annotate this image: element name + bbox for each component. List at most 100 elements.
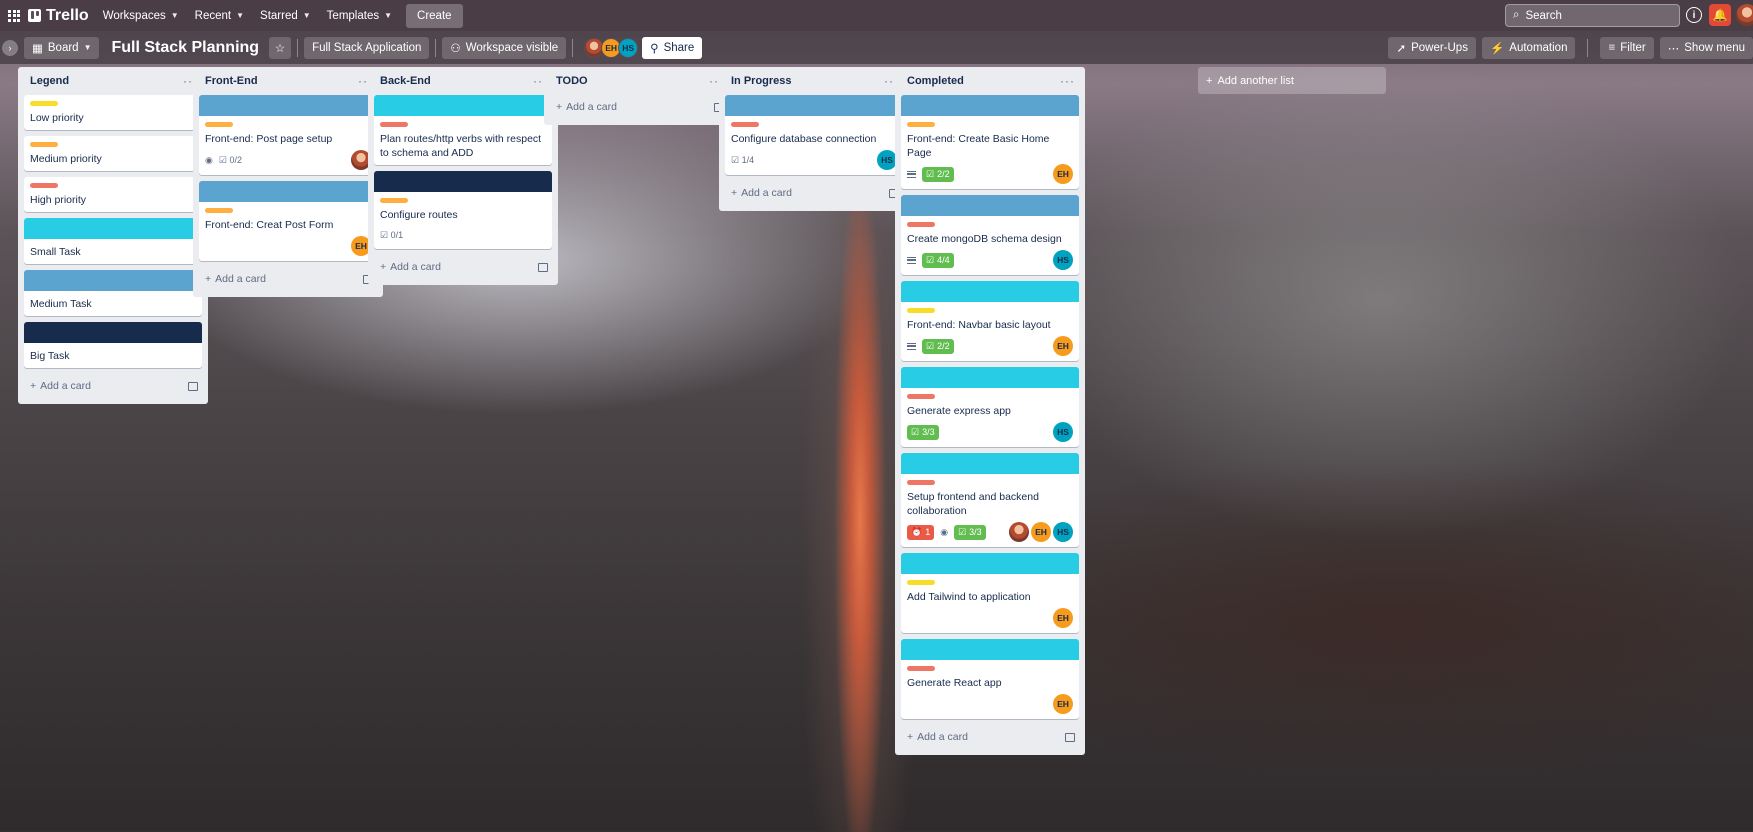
member-avatar[interactable]: EH (1053, 164, 1073, 184)
add-card-button[interactable]: + Add a card (199, 267, 377, 291)
card-label-red[interactable] (731, 122, 759, 127)
card-template-icon[interactable] (1065, 732, 1075, 742)
card[interactable]: Configure routes ☑ 0/1 (374, 171, 552, 249)
card[interactable]: Front-end: Navbar basic layout ☑ 2/2 EH (901, 281, 1079, 361)
add-card-button[interactable]: + Add a card (725, 181, 903, 205)
list-header[interactable]: Completed ··· (901, 67, 1079, 95)
member-avatar[interactable]: HS (1053, 422, 1073, 442)
member-avatar[interactable]: HS (1053, 522, 1073, 542)
list-title[interactable]: Back-End (380, 75, 431, 87)
card-badges: ☑ 2/2 EH (907, 336, 1073, 356)
list-title[interactable]: Front-End (205, 75, 258, 87)
card[interactable]: Generate express app ☑ 3/3 HS (901, 367, 1079, 447)
list-header[interactable]: Front-End ··· (199, 67, 377, 95)
member-avatar[interactable] (1009, 522, 1029, 542)
card-label-orange[interactable] (30, 142, 58, 147)
list-title[interactable]: Completed (907, 75, 964, 87)
list-menu-icon[interactable]: ··· (1060, 74, 1075, 88)
board-title[interactable]: Full Stack Planning (111, 39, 259, 57)
due-alert-badge[interactable]: ⏰ 1 (907, 524, 935, 540)
card-label-red[interactable] (30, 183, 58, 188)
nav-workspaces[interactable]: Workspaces ▼ (95, 4, 187, 28)
list-title[interactable]: Legend (30, 75, 69, 87)
nav-templates[interactable]: Templates ▼ (319, 4, 400, 28)
nav-starred[interactable]: Starred ▼ (252, 4, 319, 28)
card-label-yellow[interactable] (907, 308, 935, 313)
add-card-button[interactable]: + Add a card (901, 725, 1079, 749)
card[interactable]: Front-end: Create Basic Home Page ☑ 2/2 EH (901, 95, 1079, 189)
member-avatar[interactable]: EH (1053, 336, 1073, 356)
board-view-switcher[interactable]: ▦ Board ▼ (24, 36, 100, 59)
trello-logo[interactable]: Trello (28, 7, 89, 25)
show-menu-button[interactable]: ⋯ Show menu (1659, 37, 1753, 59)
card[interactable]: High priority (24, 177, 202, 212)
card[interactable]: Small Task (24, 218, 202, 264)
card[interactable]: Plan routes/http verbs with respect to s… (374, 95, 552, 165)
automation-button[interactable]: ⚡ Automation (1481, 37, 1576, 59)
card[interactable]: Medium Task (24, 270, 202, 316)
checklist-complete-badge: ☑ 4/4 (922, 252, 954, 268)
list-title[interactable]: In Progress (731, 75, 792, 87)
add-another-list-button[interactable]: + Add another list (1198, 67, 1386, 94)
add-card-button[interactable]: + Add a card (24, 374, 202, 398)
card-template-icon[interactable] (538, 262, 548, 272)
card[interactable]: Add Tailwind to application EH (901, 553, 1079, 633)
list-header[interactable]: TODO ··· (550, 67, 728, 95)
card-body: Low priority (24, 95, 202, 130)
card-label-yellow[interactable] (907, 580, 935, 585)
card[interactable]: Front-end: Creat Post Form EH (199, 181, 377, 261)
card-body: Add Tailwind to application EH (901, 574, 1079, 633)
member-avatar[interactable]: EH (1031, 522, 1051, 542)
card-label-orange[interactable] (205, 122, 233, 127)
member-avatar[interactable]: HS (618, 37, 639, 58)
nav-recent[interactable]: Recent ▼ (187, 4, 252, 28)
add-card-button[interactable]: + Add a card (550, 95, 728, 119)
filter-button[interactable]: ≡ Filter (1600, 37, 1654, 59)
card[interactable]: Big Task (24, 322, 202, 368)
member-avatar[interactable]: HS (1053, 250, 1073, 270)
member-avatar[interactable]: EH (1053, 608, 1073, 628)
search-input[interactable]: ⌕ Search (1505, 4, 1680, 27)
card-cover (24, 270, 202, 291)
account-avatar[interactable] (1736, 4, 1753, 26)
workspace-button[interactable]: Full Stack Application (304, 36, 430, 59)
card-label-red[interactable] (907, 666, 935, 671)
card[interactable]: Low priority (24, 95, 202, 130)
list-header[interactable]: Legend ··· (24, 67, 202, 95)
card-label-red[interactable] (380, 122, 408, 127)
visibility-button[interactable]: ⚇ Workspace visible (442, 36, 567, 59)
card-label-red[interactable] (907, 480, 935, 485)
power-ups-button[interactable]: ➚ Power-Ups (1388, 37, 1476, 59)
card-label-red[interactable] (907, 394, 935, 399)
card-label-red[interactable] (907, 222, 935, 227)
member-avatar[interactable]: HS (877, 150, 897, 170)
checklist-count: 4/4 (937, 255, 950, 265)
card-template-icon[interactable] (188, 381, 198, 391)
add-card-button[interactable]: + Add a card (374, 255, 552, 279)
star-board-icon[interactable]: ☆ (269, 36, 292, 59)
list-completed: Completed ··· Front-end: Create Basic Home… (895, 67, 1085, 755)
card[interactable]: Setup frontend and backend collaboration… (901, 453, 1079, 547)
card-label-orange[interactable] (380, 198, 408, 203)
card[interactable]: Front-end: Post page setup ◉ ☑ 0/2 (199, 95, 377, 175)
notifications-bell-icon[interactable]: 🔔 (1709, 4, 1731, 26)
list-header[interactable]: Back-End ··· (374, 67, 552, 95)
card-label-orange[interactable] (205, 208, 233, 213)
card-label-orange[interactable] (907, 122, 935, 127)
create-button[interactable]: Create (406, 3, 463, 28)
card[interactable]: Configure database connection ☑ 1/4 HS (725, 95, 903, 175)
checklist-complete-badge: ☑ 2/2 (922, 338, 954, 354)
list-title[interactable]: TODO (556, 75, 588, 87)
card-label-yellow[interactable] (30, 101, 58, 106)
card[interactable]: Create mongoDB schema design ☑ 4/4 HS (901, 195, 1079, 275)
sidebar-toggle-chevron-icon[interactable]: › (2, 39, 18, 56)
member-avatar[interactable]: EH (1053, 694, 1073, 714)
card[interactable]: Medium priority (24, 136, 202, 171)
list-header[interactable]: In Progress ··· (725, 67, 903, 95)
plus-icon: + (907, 731, 914, 743)
info-icon[interactable]: i (1686, 7, 1702, 23)
card-title: Front-end: Post page setup (205, 133, 333, 145)
app-switcher-icon[interactable] (8, 9, 20, 22)
share-button[interactable]: ⚲ Share (642, 36, 703, 59)
card[interactable]: Generate React app EH (901, 639, 1079, 719)
